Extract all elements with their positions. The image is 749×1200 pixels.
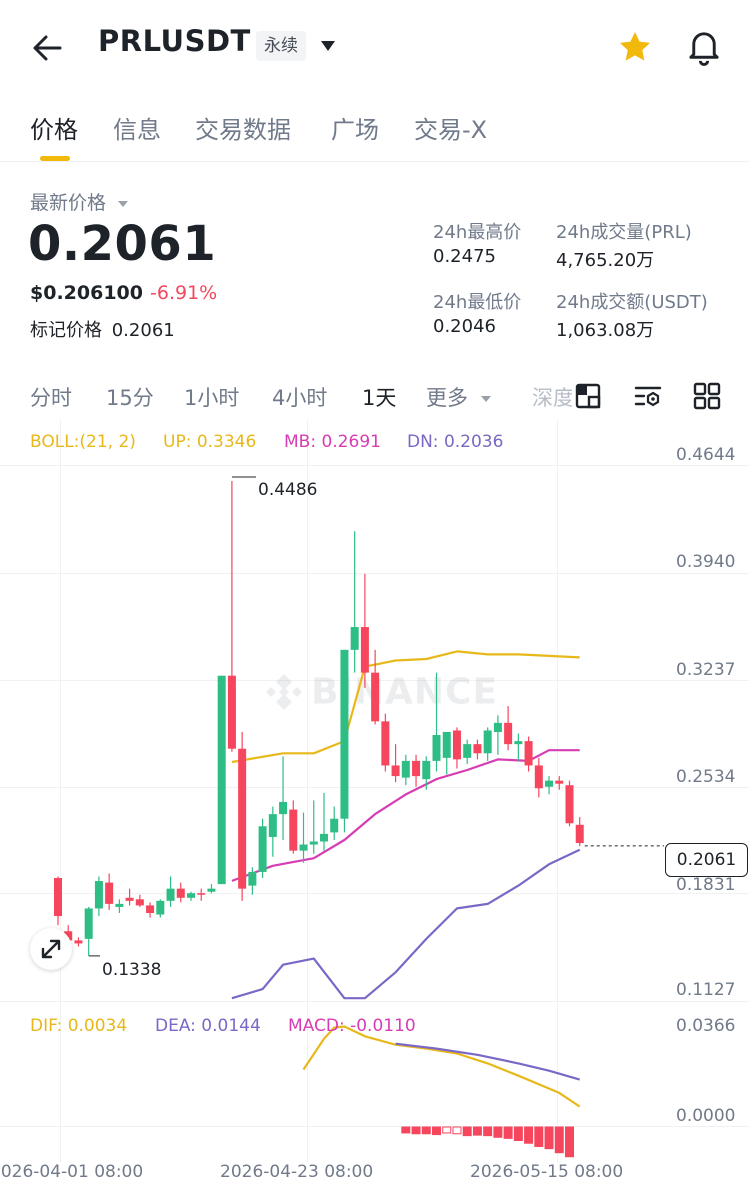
boll-up: UP: 0.3346 — [163, 432, 257, 452]
candle-up — [350, 627, 359, 650]
candle-down — [227, 675, 236, 749]
macd-histogram-bar — [483, 1126, 493, 1137]
candle-up — [545, 780, 554, 787]
candle-up — [186, 893, 195, 898]
macd-histogram-bar — [452, 1126, 462, 1135]
price-axis-tick: 0.1831 — [676, 875, 736, 895]
candle-up — [115, 903, 124, 907]
candle-down — [135, 899, 144, 906]
candle-up — [442, 731, 451, 758]
boll-lower-line — [231, 848, 581, 1000]
candle-up — [207, 888, 216, 892]
candle-up — [248, 871, 257, 886]
candle-down — [371, 672, 380, 722]
candle-up — [279, 801, 288, 815]
candle-down — [360, 627, 369, 673]
candle-up — [156, 900, 165, 915]
time-axis-tick: 2026-04-01 08:00 — [0, 1162, 144, 1182]
candle-up — [401, 760, 410, 778]
last-price-marker[interactable]: 0.2061 — [665, 843, 748, 877]
candle-up — [299, 844, 308, 851]
candle-up — [340, 649, 349, 819]
candle-down — [238, 748, 247, 889]
candle-down — [555, 780, 564, 784]
boll-mb: MB: 0.2691 — [284, 432, 381, 452]
macd-histogram-bar — [554, 1126, 564, 1154]
candle-up — [258, 826, 267, 872]
dif-label: DIF: 0.0034 — [30, 1016, 128, 1036]
macd-histogram-bar — [565, 1126, 574, 1158]
boll-label: BOLL:(21, 2) — [30, 432, 136, 452]
macd-histogram-bar — [534, 1126, 544, 1147]
candle-up — [422, 760, 431, 780]
macd-histogram-bar — [544, 1126, 554, 1150]
macd-axis-tick: 0.0366 — [676, 1016, 736, 1036]
candle-down — [534, 765, 543, 789]
candle-up — [432, 735, 441, 761]
time-axis-tick: 2026-04-23 08:00 — [220, 1162, 374, 1182]
macd-histogram-bar — [503, 1126, 513, 1139]
price-axis-tick: 0.4644 — [676, 445, 736, 465]
macd-histogram-bar — [432, 1126, 442, 1136]
price-axis-tick: 0.2534 — [676, 767, 736, 787]
candle-down — [452, 730, 461, 760]
candle-up — [493, 722, 502, 732]
macd-histogram-bar — [493, 1126, 503, 1138]
price-axis-tick: 0.3940 — [676, 552, 736, 572]
low-annotation: 0.1338 — [102, 960, 162, 980]
candle-down — [412, 760, 421, 777]
candle-down — [146, 905, 155, 914]
candle-down — [575, 824, 584, 844]
candle-down — [524, 741, 533, 766]
candle-down — [125, 897, 134, 901]
macd-axis-tick: 0.0000 — [676, 1106, 736, 1126]
macd-histogram-bar — [513, 1126, 523, 1142]
expand-arrows-icon — [41, 939, 61, 959]
candle-down — [391, 765, 400, 777]
macd-histogram-bar — [421, 1126, 431, 1135]
candle-down — [381, 721, 390, 766]
candle-up — [84, 908, 93, 939]
candle-up — [268, 814, 277, 837]
high-annotation: 0.4486 — [258, 480, 318, 500]
candle-down — [473, 744, 482, 754]
candle-down — [197, 893, 206, 895]
candle-up — [319, 833, 328, 842]
candle-down — [504, 722, 513, 745]
candle-down — [176, 888, 185, 898]
candle-down — [289, 809, 298, 851]
candle-down — [74, 940, 83, 944]
candle-up — [483, 730, 492, 754]
macd-histogram-bar — [472, 1126, 482, 1136]
macd-histogram-bar — [462, 1126, 472, 1137]
macd-histogram-bar — [442, 1126, 452, 1134]
time-axis-tick: 2026-05-15 08:00 — [470, 1162, 624, 1182]
candle-up — [514, 741, 523, 745]
boll-dn: DN: 0.2036 — [407, 432, 504, 452]
candle-up — [309, 841, 318, 845]
macd-histogram-bar — [401, 1126, 411, 1134]
candle-down — [105, 882, 114, 904]
candle-up — [217, 675, 226, 885]
candle-up — [94, 881, 103, 909]
candle-up — [166, 888, 175, 901]
fullscreen-button[interactable] — [30, 928, 72, 970]
macd-histogram-bar — [411, 1126, 421, 1135]
candle-down — [54, 878, 62, 917]
dea-label: DEA: 0.0144 — [155, 1016, 261, 1036]
price-axis-tick: 0.1127 — [676, 980, 736, 1000]
kline-chart[interactable] — [0, 0, 749, 1160]
candle-up — [330, 818, 339, 833]
macd-histogram-bar — [524, 1126, 534, 1144]
candle-up — [463, 744, 472, 758]
price-axis-tick: 0.3237 — [676, 660, 736, 680]
macd-label: MACD: -0.0110 — [288, 1016, 416, 1036]
candle-down — [565, 785, 574, 824]
macd-dif-line — [302, 1025, 581, 1108]
